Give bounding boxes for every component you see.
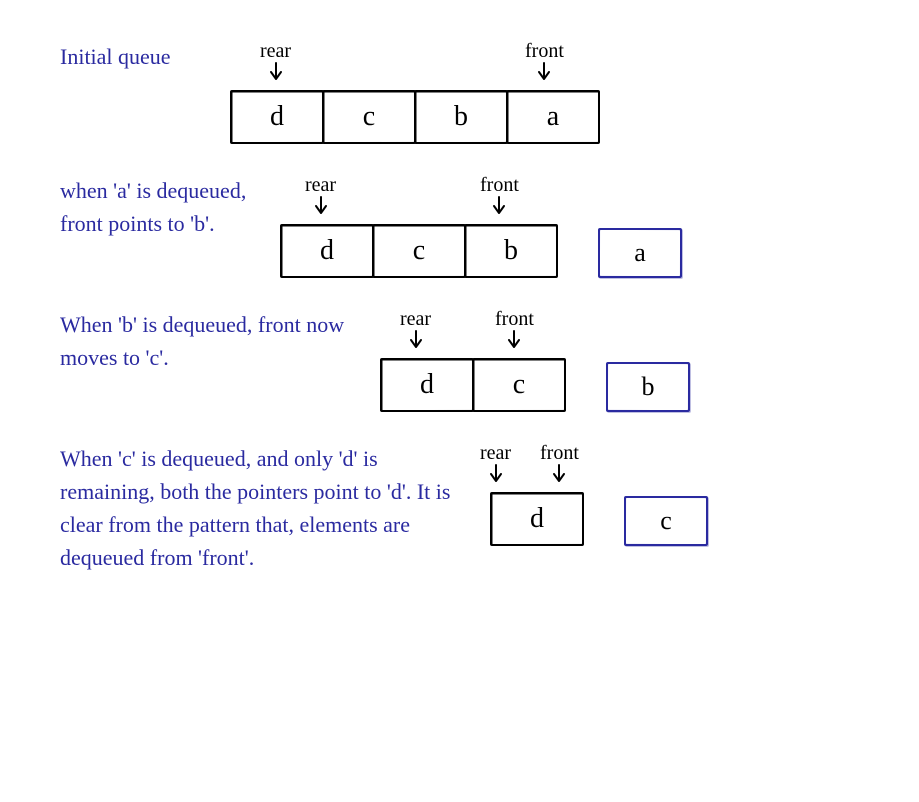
step-caption: When 'c' is dequeued, and only 'd' is re… bbox=[60, 442, 460, 574]
arrow-down-icon bbox=[406, 329, 426, 351]
queue-cells: d bbox=[490, 492, 584, 546]
arrow-down-icon bbox=[504, 329, 524, 351]
dequeued-box: a bbox=[598, 228, 682, 278]
arrow-down-icon bbox=[486, 463, 506, 485]
queue-cell: b bbox=[464, 224, 558, 278]
rear-pointer: rear bbox=[480, 442, 511, 485]
step-caption: when 'a' is dequeued, front points to 'b… bbox=[60, 174, 280, 240]
queue-cell: d bbox=[280, 224, 374, 278]
queue-cell: c bbox=[372, 224, 466, 278]
front-pointer: front bbox=[480, 174, 519, 217]
front-label: front bbox=[540, 442, 579, 465]
rear-label: rear bbox=[305, 174, 336, 197]
step-row: Initial queue rear front d c b a bbox=[60, 40, 859, 144]
queue-cell: c bbox=[322, 90, 416, 144]
rear-label: rear bbox=[480, 442, 511, 465]
rear-label: rear bbox=[260, 40, 291, 63]
queue-diagram: rear front d c b a bbox=[230, 40, 600, 144]
rear-label: rear bbox=[400, 308, 431, 331]
queue-diagram: rear front d c b bbox=[380, 308, 690, 412]
dequeued-box: c bbox=[624, 496, 708, 546]
front-label: front bbox=[525, 40, 564, 63]
rear-pointer: rear bbox=[400, 308, 431, 351]
queue-cell: a bbox=[506, 90, 600, 144]
step-row: When 'c' is dequeued, and only 'd' is re… bbox=[60, 442, 859, 574]
step-row: when 'a' is dequeued, front points to 'b… bbox=[60, 174, 859, 278]
step-caption: When 'b' is dequeued, front now moves to… bbox=[60, 308, 380, 374]
step-row: When 'b' is dequeued, front now moves to… bbox=[60, 308, 859, 412]
queue-cells: d c b bbox=[280, 224, 558, 278]
queue-cells: d c b a bbox=[230, 90, 600, 144]
queue-cell: b bbox=[414, 90, 508, 144]
queue-cell: d bbox=[380, 358, 474, 412]
queue-diagram: rear front d c bbox=[490, 442, 708, 546]
queue-cell: c bbox=[472, 358, 566, 412]
dequeued-box: b bbox=[606, 362, 690, 412]
queue-cell: d bbox=[490, 492, 584, 546]
arrow-down-icon bbox=[489, 195, 509, 217]
rear-pointer: rear bbox=[260, 40, 291, 83]
arrow-down-icon bbox=[311, 195, 331, 217]
front-pointer: front bbox=[540, 442, 579, 485]
arrow-down-icon bbox=[266, 61, 286, 83]
front-pointer: front bbox=[495, 308, 534, 351]
queue-cell: d bbox=[230, 90, 324, 144]
front-pointer: front bbox=[525, 40, 564, 83]
rear-pointer: rear bbox=[305, 174, 336, 217]
queue-cells: d c bbox=[380, 358, 566, 412]
step-caption: Initial queue bbox=[60, 40, 230, 73]
front-label: front bbox=[480, 174, 519, 197]
arrow-down-icon bbox=[549, 463, 569, 485]
arrow-down-icon bbox=[534, 61, 554, 83]
front-label: front bbox=[495, 308, 534, 331]
queue-diagram: rear front d c b a bbox=[280, 174, 682, 278]
